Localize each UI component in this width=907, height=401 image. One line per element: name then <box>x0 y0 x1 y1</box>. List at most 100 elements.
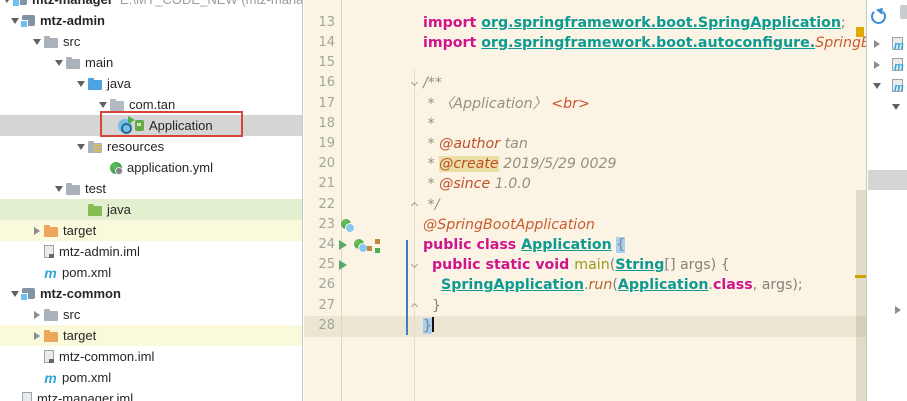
tree-row-mtz-admin-iml[interactable]: mtz-admin.iml <box>0 241 303 262</box>
bean-diagram-icon[interactable] <box>367 239 380 252</box>
line-number: 19 <box>304 134 335 154</box>
code-line[interactable]: * <box>423 114 435 134</box>
maven-refresh-icon[interactable] <box>871 8 884 21</box>
maven-tree-row[interactable] <box>870 75 903 96</box>
expand-arrow-icon[interactable] <box>870 54 884 75</box>
run-button-icon[interactable] <box>339 260 347 270</box>
expand-arrow-icon[interactable] <box>30 220 44 241</box>
maven-selected-row[interactable] <box>868 170 907 190</box>
fold-marker-icon[interactable] <box>411 302 418 309</box>
line-number: 27 <box>304 296 335 316</box>
tree-row-pom-xml[interactable]: mpom.xml <box>0 367 303 388</box>
code-token: * 〈Application〉 <box>423 96 551 112</box>
code-token: } <box>423 298 441 314</box>
code-token: Application <box>521 237 612 253</box>
code-line[interactable]: import org.springframework.boot.SpringAp… <box>423 13 846 33</box>
maven-tree-row[interactable] <box>891 299 905 320</box>
tree-row-resources[interactable]: resources <box>0 136 303 157</box>
spring-bean-icon[interactable] <box>341 219 354 232</box>
code-line[interactable]: SpringApplication.run(Application.class,… <box>423 275 803 295</box>
fold-guide-line <box>414 70 415 401</box>
code-token: Application <box>618 277 709 293</box>
arrow-slot <box>30 241 44 262</box>
scrollbar-thumb[interactable] <box>856 190 866 401</box>
warning-stripe-line[interactable] <box>855 275 866 278</box>
package-icon <box>110 101 124 111</box>
tree-row-java[interactable]: java <box>0 199 303 220</box>
tree-row-com-tan[interactable]: com.tan <box>0 94 303 115</box>
fold-marker-icon[interactable] <box>411 201 418 208</box>
collapse-arrow-icon[interactable] <box>889 96 903 117</box>
tree-row-target[interactable]: target <box>0 220 303 241</box>
maven-tree-row[interactable] <box>870 33 903 54</box>
scope-indicator-bar <box>406 240 408 335</box>
folder-test-icon <box>88 206 102 216</box>
code-editor[interactable]: 13import org.springframework.boot.Spring… <box>304 0 866 401</box>
tree-row-test[interactable]: test <box>0 178 303 199</box>
code-line[interactable]: public class Application { <box>423 235 625 255</box>
code-token: { <box>616 237 625 253</box>
code-token: * <box>423 116 435 132</box>
code-line[interactable]: import org.springframework.boot.autoconf… <box>423 33 866 53</box>
tree-row-application-yml[interactable]: application.yml <box>0 157 303 178</box>
tree-item-label: com.tan <box>129 97 175 112</box>
collapse-arrow-icon[interactable] <box>74 136 88 157</box>
tree-row-target[interactable]: target <box>0 325 303 346</box>
collapse-arrow-icon[interactable] <box>74 73 88 94</box>
tree-row-java[interactable]: java <box>0 73 303 94</box>
code-line[interactable]: public static void main(String[] args) { <box>423 255 730 275</box>
code-line[interactable]: @SpringBootApplication <box>423 215 595 235</box>
collapse-arrow-icon[interactable] <box>870 75 884 96</box>
maven-toolbar-icon[interactable] <box>900 5 907 19</box>
code-line[interactable]: /** <box>423 73 442 93</box>
tree-item-label: pom.xml <box>62 370 111 385</box>
maven-tree-row[interactable] <box>870 54 903 75</box>
code-line[interactable]: * @since 1.0.0 <box>423 174 531 194</box>
tree-item-label: mtz-admin.iml <box>59 244 140 259</box>
expand-arrow-icon[interactable] <box>870 33 884 54</box>
tree-row-src[interactable]: src <box>0 304 303 325</box>
code-line[interactable]: * 〈Application〉 <br> <box>423 94 590 114</box>
code-token: String <box>615 257 664 273</box>
line-number: 24 <box>304 235 335 255</box>
expand-arrow-icon[interactable] <box>30 325 44 346</box>
text-caret <box>432 317 434 332</box>
code-line[interactable]: } <box>423 296 441 316</box>
code-line[interactable]: * @author tan <box>423 134 528 154</box>
expand-arrow-icon[interactable] <box>30 304 44 325</box>
collapse-arrow-icon[interactable] <box>96 94 110 115</box>
run-button-icon[interactable] <box>339 240 347 250</box>
code-token: org.springframework.boot.SpringApplicati… <box>481 15 841 31</box>
code-token <box>423 277 441 293</box>
project-tree-panel: mtz-manager E:\MY_CODE_NEW (mtz-manager)… <box>0 0 303 401</box>
line-number: 20 <box>304 154 335 174</box>
line-number: 15 <box>304 53 335 73</box>
expand-arrow-icon[interactable] <box>891 299 905 320</box>
editor-scrollbar[interactable] <box>855 0 866 401</box>
spring-bean-icon[interactable] <box>354 239 367 252</box>
tree-item-label: main <box>85 55 113 70</box>
code-line[interactable]: */ <box>423 195 439 215</box>
tree-row-src[interactable]: src <box>0 31 303 52</box>
maven-tree-row[interactable] <box>889 96 903 117</box>
code-line[interactable]: * @create 2019/5/29 0029 <box>423 154 617 174</box>
fold-marker-icon[interactable] <box>411 261 418 268</box>
tree-row-application[interactable]: Application <box>0 115 303 136</box>
tree-row-mtz-common-iml[interactable]: mtz-common.iml <box>0 346 303 367</box>
collapse-arrow-icon[interactable] <box>52 52 66 73</box>
collapse-arrow-icon[interactable] <box>30 31 44 52</box>
warning-stripe-marker[interactable] <box>856 27 864 37</box>
line-number: 17 <box>304 94 335 114</box>
tree-row-main[interactable]: main <box>0 52 303 73</box>
code-token: import <box>423 15 481 31</box>
tree-row-root[interactable]: mtz-manager E:\MY_CODE_NEW (mtz-manager) <box>0 0 303 10</box>
fold-marker-icon[interactable] <box>411 79 418 86</box>
tree-row-mtz-admin[interactable]: mtz-admin <box>0 10 303 31</box>
tree-row-mtz-manager-iml[interactable]: mtz-manager.iml <box>0 388 303 401</box>
collapse-arrow-icon[interactable] <box>52 178 66 199</box>
code-line[interactable]: } <box>423 316 434 336</box>
code-token: import <box>423 35 481 51</box>
line-number: 16 <box>304 73 335 93</box>
tree-row-pom-xml[interactable]: mpom.xml <box>0 262 303 283</box>
tree-row-mtz-common[interactable]: mtz-common <box>0 283 303 304</box>
